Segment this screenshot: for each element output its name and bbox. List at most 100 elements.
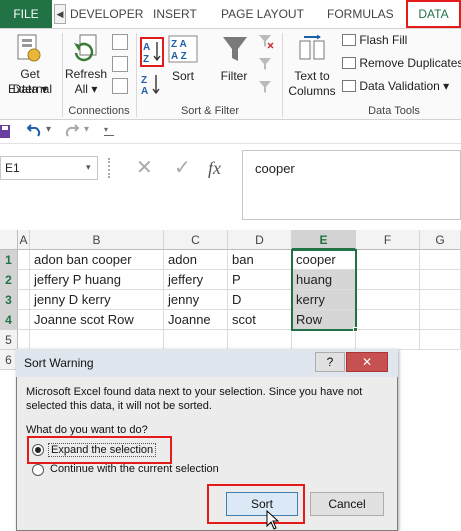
save-icon[interactable]: [0, 124, 12, 140]
cell-a4[interactable]: [18, 310, 30, 330]
cell-a3[interactable]: [18, 290, 30, 310]
filter-button[interactable]: Filter: [212, 31, 256, 99]
cell-f2[interactable]: [356, 270, 420, 290]
cell-b2[interactable]: jeffery P huang: [30, 270, 164, 290]
tab-scroll-left-icon[interactable]: ◀: [54, 4, 66, 24]
sort-z-to-a-button[interactable]: Z A: [140, 73, 164, 99]
cell-c2[interactable]: jeffery: [164, 270, 228, 290]
sort-a-to-z-button[interactable]: A Z: [140, 37, 164, 67]
text-to-columns-button[interactable]: Text to Columns: [286, 31, 338, 99]
customize-qat-icon[interactable]: ▾: [104, 126, 114, 136]
dialog-message-line-2: selected this data, it will not be sorte…: [26, 400, 212, 412]
flash-fill-button[interactable]: Flash Fill: [342, 33, 407, 47]
undo-icon[interactable]: [26, 124, 42, 140]
radio-selected-dot: [35, 447, 41, 453]
column-header-f[interactable]: F: [356, 230, 420, 250]
cell-f5[interactable]: [356, 330, 420, 350]
get-external-data-button[interactable]: Get External Data ▾: [2, 31, 60, 99]
connections-icon[interactable]: [112, 34, 128, 50]
continue-selection-label[interactable]: Continue with the current selection: [50, 463, 219, 475]
selection-range-border: [291, 249, 357, 331]
data-validation-button[interactable]: Data Validation ▾: [342, 79, 449, 93]
column-header-c[interactable]: C: [164, 230, 228, 250]
tab-data[interactable]: DATA: [406, 0, 461, 28]
cell-g4[interactable]: [420, 310, 461, 330]
remove-duplicates-button[interactable]: Remove Duplicates: [342, 56, 461, 70]
edit-links-icon[interactable]: [112, 78, 128, 94]
cell-a1[interactable]: [18, 250, 30, 270]
sort-button[interactable]: Z A A Z Sort: [166, 31, 200, 99]
row-header-4[interactable]: 4: [0, 310, 18, 330]
redo-dropdown-icon[interactable]: ▾: [84, 124, 89, 135]
get-external-data-label-2: Data ▾: [12, 82, 48, 96]
tab-insert[interactable]: INSERT: [153, 0, 197, 28]
help-button[interactable]: ?: [315, 352, 345, 372]
properties-icon[interactable]: [112, 56, 128, 72]
cell-b3[interactable]: jenny D kerry: [30, 290, 164, 310]
cell-d4[interactable]: scot: [228, 310, 292, 330]
dialog-sort-button[interactable]: Sort: [226, 492, 298, 516]
row-header-2[interactable]: 2: [0, 270, 18, 290]
redo-icon[interactable]: [64, 124, 80, 140]
cell-d3[interactable]: D: [228, 290, 292, 310]
cell-c4[interactable]: Joanne: [164, 310, 228, 330]
cell-g5[interactable]: [420, 330, 461, 350]
column-header-d[interactable]: D: [228, 230, 292, 250]
cell-a2[interactable]: [18, 270, 30, 290]
formula-bar-splitter[interactable]: [108, 158, 112, 178]
tab-page-layout[interactable]: PAGE LAYOUT: [221, 0, 304, 28]
cell-b5[interactable]: [30, 330, 164, 350]
column-header-g[interactable]: G: [420, 230, 461, 250]
continue-selection-radio[interactable]: [32, 464, 44, 476]
clear-filter-icon[interactable]: [258, 33, 274, 49]
dialog-title: Sort Warning: [24, 356, 94, 370]
refresh-all-label: Refresh: [64, 67, 108, 81]
cell-e5[interactable]: [292, 330, 356, 350]
advanced-filter-icon[interactable]: [258, 79, 274, 95]
row-header-1[interactable]: 1: [0, 250, 18, 270]
column-header-a[interactable]: A: [18, 230, 30, 250]
close-button[interactable]: ✕: [346, 352, 388, 372]
name-box-dropdown-icon[interactable]: ▾: [86, 162, 91, 173]
cell-d5[interactable]: [228, 330, 292, 350]
expand-selection-label[interactable]: Expand the selection: [48, 443, 157, 457]
row-header-3[interactable]: 3: [0, 290, 18, 310]
tab-formulas[interactable]: FORMULAS: [327, 0, 394, 28]
select-all-corner[interactable]: [0, 230, 18, 250]
cell-b4[interactable]: Joanne scot Row: [30, 310, 164, 330]
refresh-all-button[interactable]: Refresh All ▾: [64, 31, 108, 99]
undo-dropdown-icon[interactable]: ▾: [46, 124, 51, 135]
expand-selection-radio[interactable]: [32, 444, 44, 456]
cell-c3[interactable]: jenny: [164, 290, 228, 310]
insert-function-icon[interactable]: fx: [208, 156, 221, 180]
remove-duplicates-icon: [342, 57, 356, 69]
cell-g2[interactable]: [420, 270, 461, 290]
cell-b1[interactable]: adon ban cooper: [30, 250, 164, 270]
tab-developer[interactable]: DEVELOPER: [70, 0, 143, 28]
cell-c1[interactable]: adon: [164, 250, 228, 270]
cell-a5[interactable]: [18, 330, 30, 350]
formula-input[interactable]: cooper: [242, 150, 461, 220]
text-to-columns-icon: [299, 35, 325, 60]
reapply-icon[interactable]: [258, 56, 274, 72]
cancel-entry-icon[interactable]: ✕: [136, 156, 153, 180]
row-header-5[interactable]: 5: [0, 330, 18, 350]
cell-g3[interactable]: [420, 290, 461, 310]
column-header-b[interactable]: B: [30, 230, 164, 250]
cell-f4[interactable]: [356, 310, 420, 330]
tab-file[interactable]: FILE: [0, 0, 52, 28]
column-header-e[interactable]: E: [292, 230, 356, 250]
sort-label: Sort: [171, 69, 194, 83]
svg-text:Z: Z: [143, 54, 149, 65]
cell-c5[interactable]: [164, 330, 228, 350]
cell-d2[interactable]: P: [228, 270, 292, 290]
dialog-cancel-button[interactable]: Cancel: [310, 492, 384, 516]
name-box[interactable]: E1: [0, 156, 98, 180]
cell-f3[interactable]: [356, 290, 420, 310]
confirm-entry-icon[interactable]: ✓: [174, 156, 191, 180]
connections-group-label: Connections: [68, 105, 130, 117]
cell-f1[interactable]: [356, 250, 420, 270]
cell-d1[interactable]: ban: [228, 250, 292, 270]
cell-g1[interactable]: [420, 250, 461, 270]
fill-handle[interactable]: [353, 327, 358, 332]
